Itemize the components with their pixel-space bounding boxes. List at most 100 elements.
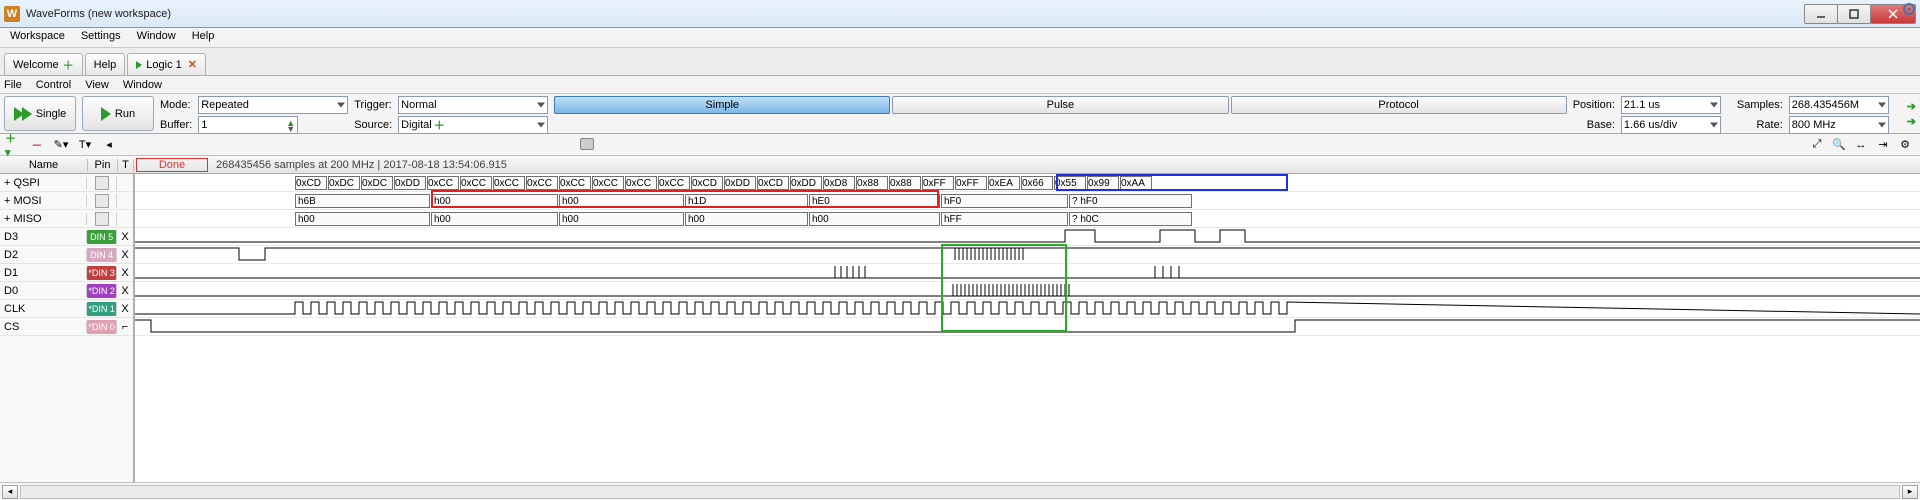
trigger-cell[interactable]: X [117, 267, 133, 279]
waveform-row: h00h00h00h00h00hFF? h0C [135, 210, 1920, 228]
close-icon[interactable]: ✕ [188, 58, 197, 71]
trigger-cell[interactable]: X [117, 231, 133, 243]
chevron-down-icon [537, 103, 545, 108]
samples-label: Samples: [1737, 99, 1783, 111]
position-field[interactable]: 21.1 us [1621, 96, 1721, 114]
move-left-button[interactable]: ◂ [100, 137, 118, 153]
trigger-cell[interactable]: X [117, 303, 133, 315]
edit-signal-button[interactable]: ✎▾ [52, 137, 70, 153]
scroll-track[interactable] [20, 485, 1900, 499]
bus-value: h00 [431, 212, 558, 226]
trigger-cell[interactable]: X [117, 285, 133, 297]
cursor-icon[interactable]: ↔ [1852, 137, 1870, 153]
horizontal-scrollbar[interactable]: ◂ ▸ [0, 482, 1920, 500]
single-button[interactable]: Single [4, 96, 76, 131]
bus-value: h00 [685, 212, 808, 226]
base-label: Base: [1573, 119, 1615, 131]
menu-window[interactable]: Window [129, 28, 184, 47]
signal-row[interactable]: + QSPI [0, 174, 133, 192]
signal-row[interactable]: + MISO [0, 210, 133, 228]
bus-value: 0xCC [526, 176, 558, 190]
trigger-label: Trigger: [354, 99, 394, 111]
minimize-button[interactable] [1804, 4, 1838, 24]
samples-field[interactable]: 268.435456M [1789, 96, 1889, 114]
bus-value: 0x99 [1087, 176, 1119, 190]
pin-badge: DIN 4 [87, 248, 116, 262]
menu-settings[interactable]: Settings [73, 28, 129, 47]
pin-badge: *DIN 0 [87, 320, 116, 334]
main-menubar: Workspace Settings Window Help [0, 28, 1920, 48]
bus-value: 0xDC [328, 176, 360, 190]
bus-value: 0xDD [724, 176, 756, 190]
trigger-cell[interactable]: ⌐ [117, 321, 133, 333]
menu-help[interactable]: Help [184, 28, 223, 47]
dock-right-icon[interactable]: ➔ [1907, 100, 1916, 113]
signal-row[interactable]: CS *DIN 0 ⌐ [0, 318, 133, 336]
signal-row[interactable]: D3 DIN 5 X [0, 228, 133, 246]
bus-value: 0xAA [1120, 176, 1152, 190]
zoom-in-icon[interactable]: 🔍 [1830, 137, 1848, 153]
signal-row[interactable]: D1 *DIN 3 X [0, 264, 133, 282]
tab-logic[interactable]: Logic 1✕ [127, 53, 206, 75]
bus-value: h00 [559, 212, 684, 226]
buffer-spin[interactable]: 1▲▼ [198, 116, 298, 134]
scroll-right-button[interactable]: ▸ [1902, 485, 1918, 499]
col-name[interactable]: Name [0, 159, 88, 171]
signal-name: + MISO [0, 213, 87, 225]
signal-row[interactable]: D2 DIN 4 X [0, 246, 133, 264]
waveform-row: 0xCD0xDC0xDC0xDD0xCC0xCC0xCC0xCC0xCC0xCC… [135, 174, 1920, 192]
bus-value: 0xD8 [823, 176, 855, 190]
bus-value: h00 [295, 212, 430, 226]
text-tool-button[interactable]: T▾ [76, 137, 94, 153]
signal-name: + QSPI [0, 177, 87, 189]
trigger-combo[interactable]: Normal [398, 96, 548, 114]
waveform-viewport[interactable]: 0xCD0xDC0xDC0xDD0xCC0xCC0xCC0xCC0xCC0xCC… [134, 174, 1920, 482]
col-t[interactable]: T [118, 159, 134, 171]
menu2-control[interactable]: Control [36, 79, 71, 91]
signal-row[interactable]: + MOSI [0, 192, 133, 210]
bus-value: 0xCD [757, 176, 789, 190]
window-title: WaveForms (new workspace) [26, 8, 171, 20]
source-combo[interactable]: Digital＋ [398, 116, 548, 134]
tab-welcome[interactable]: Welcome＋ [4, 53, 83, 75]
bus-value: 0xFF [922, 176, 954, 190]
signals-toolbar: ＋▾ － ✎▾ T▾ ◂ ⤢ 🔍 ↔ ⇥ ⚙ [0, 134, 1920, 156]
mode-combo[interactable]: Repeated [198, 96, 348, 114]
menu2-window[interactable]: Window [123, 79, 162, 91]
dock-right-icon-2[interactable]: ➔ [1907, 115, 1916, 128]
rate-label: Rate: [1737, 119, 1783, 131]
base-field[interactable]: 1.66 us/div [1621, 116, 1721, 134]
maximize-button[interactable] [1837, 4, 1871, 24]
menu2-file[interactable]: File [4, 79, 22, 91]
remove-signal-button[interactable]: － [28, 137, 46, 153]
run-button[interactable]: Run [82, 96, 154, 131]
pin-badge: *DIN 2 [87, 284, 116, 298]
col-pin[interactable]: Pin [88, 159, 118, 171]
scroll-left-button[interactable]: ◂ [2, 485, 18, 499]
rate-field[interactable]: 800 MHz [1789, 116, 1889, 134]
bus-value: 0x88 [889, 176, 921, 190]
bus-value: 0xCC [427, 176, 459, 190]
bus-value: h00 [809, 212, 940, 226]
signal-row[interactable]: CLK *DIN 1 X [0, 300, 133, 318]
overview-thumb[interactable] [580, 138, 594, 150]
signal-name: D3 [0, 231, 87, 243]
trigger-cell[interactable]: X [117, 249, 133, 261]
zoom-fit-icon[interactable]: ⤢ [1808, 137, 1826, 153]
trigger-pulse-button[interactable]: Pulse [892, 96, 1228, 114]
signals-list: + QSPI + MOSI + MISO D3 DIN 5 XD2 DIN 4 … [0, 174, 134, 482]
trigger-protocol-button[interactable]: Protocol [1231, 96, 1567, 114]
menu-workspace[interactable]: Workspace [2, 28, 73, 47]
tab-help[interactable]: Help [85, 53, 126, 75]
add-signal-button[interactable]: ＋▾ [4, 137, 22, 153]
menu2-view[interactable]: View [85, 79, 109, 91]
gear-icon[interactable] [1902, 2, 1916, 16]
bus-value: 0xCD [691, 176, 723, 190]
trigger-simple-button[interactable]: Simple [554, 96, 890, 114]
pin-swatch [95, 176, 109, 190]
marker-icon[interactable]: ⇥ [1874, 137, 1892, 153]
settings-icon[interactable]: ⚙ [1896, 137, 1914, 153]
bus-value: 0x55 [1054, 176, 1086, 190]
signal-row[interactable]: D0 *DIN 2 X [0, 282, 133, 300]
waveform-row [135, 246, 1920, 264]
